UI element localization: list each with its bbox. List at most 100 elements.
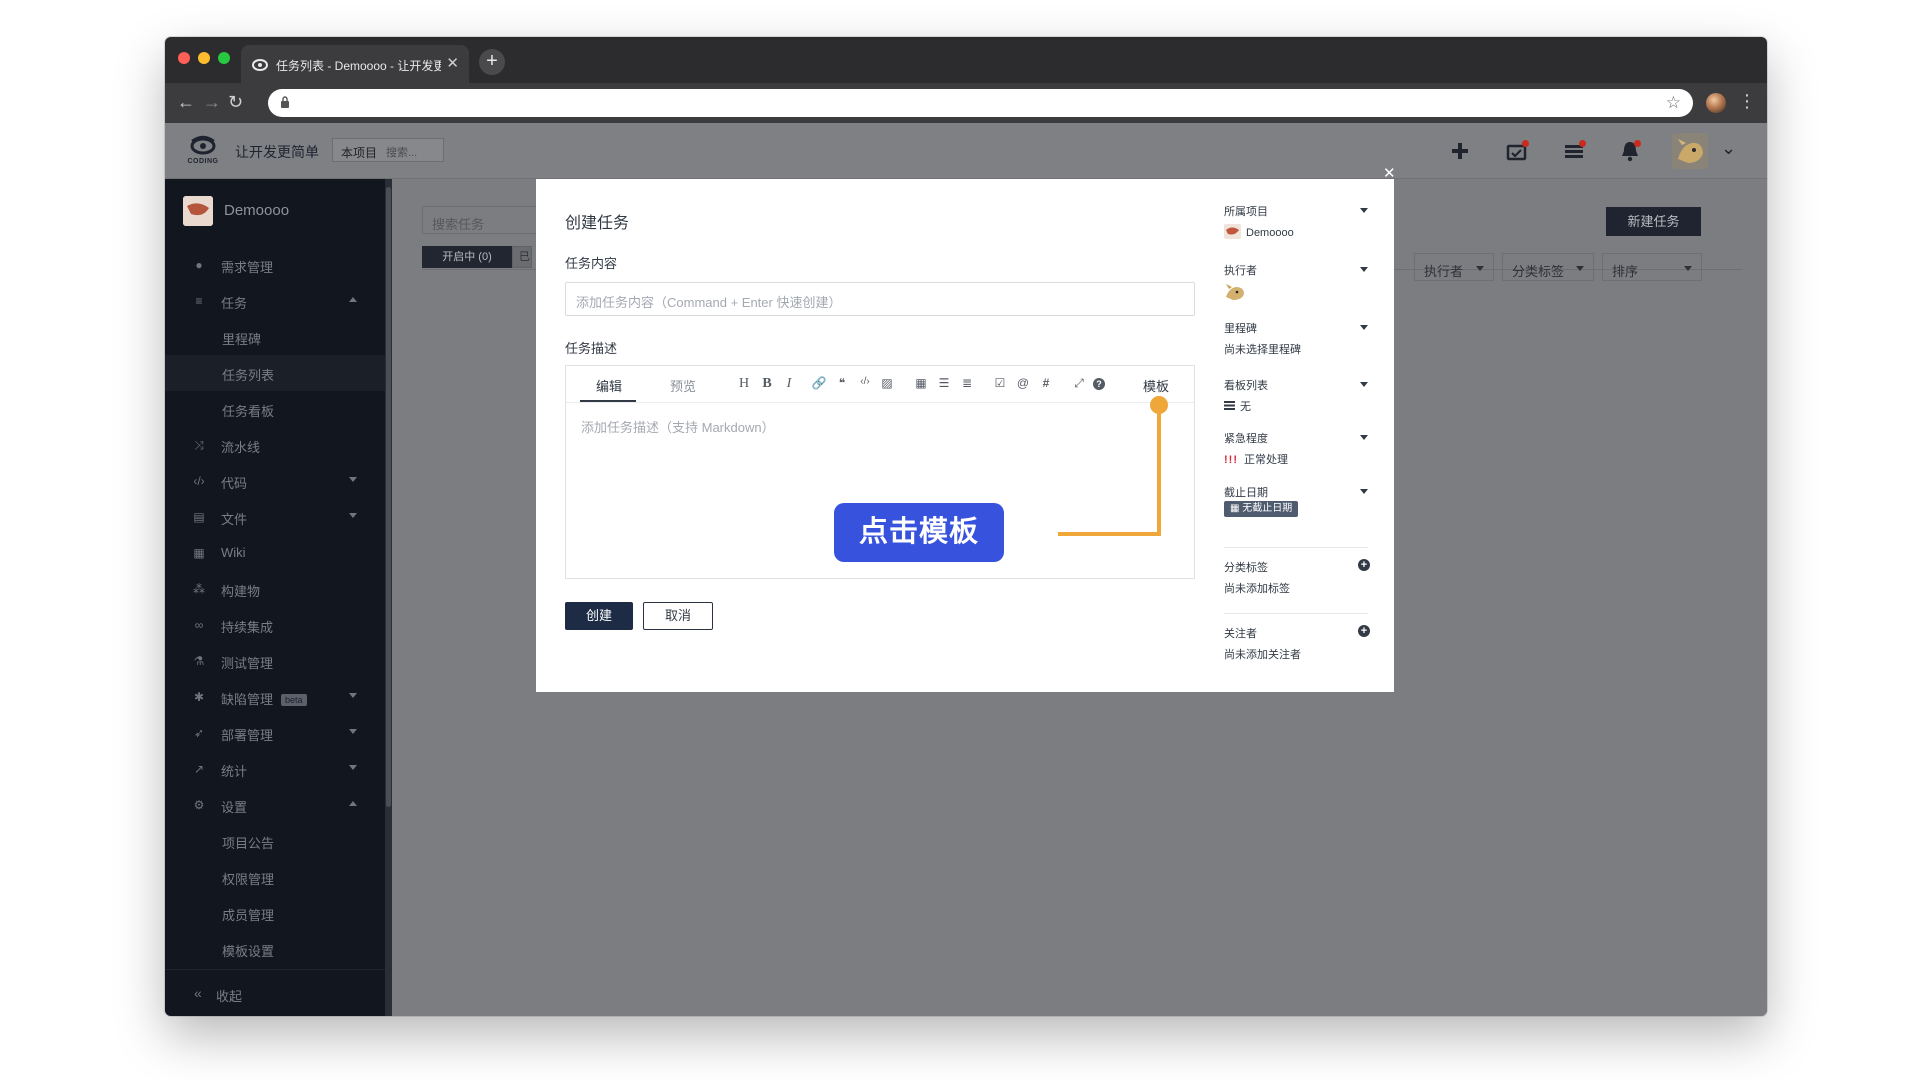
new-tab-button[interactable]: + bbox=[479, 49, 505, 75]
scrollbar-thumb[interactable] bbox=[386, 187, 391, 807]
reload-icon[interactable]: ↻ bbox=[228, 92, 243, 113]
caret-down-icon bbox=[1576, 266, 1584, 271]
tab-other[interactable]: 已 bbox=[512, 246, 532, 268]
tag-filter[interactable]: 分类标签 bbox=[1502, 253, 1594, 281]
sidebar-scrollbar[interactable] bbox=[385, 179, 392, 1016]
priority-value: 正常处理 bbox=[1244, 454, 1288, 466]
image-icon[interactable]: ▨ bbox=[879, 376, 895, 390]
browser-menu-icon[interactable]: ⋮ bbox=[1738, 91, 1756, 112]
milestone-selector[interactable]: 里程碑 尚未选择里程碑 bbox=[1224, 320, 1368, 360]
sidebar-item-label: 部署管理 bbox=[221, 728, 274, 743]
close-window-button[interactable] bbox=[178, 52, 190, 64]
tab-open[interactable]: 开启中 (0) bbox=[422, 246, 512, 268]
sidebar-item-statistics[interactable]: ↗ 统计 bbox=[165, 751, 385, 787]
sidebar-item-defects[interactable]: ✱ 缺陷管理 beta bbox=[165, 679, 385, 715]
maximize-window-button[interactable] bbox=[218, 52, 230, 64]
new-task-button[interactable]: 新建任务 bbox=[1606, 207, 1701, 236]
content-label: 任务内容 bbox=[565, 256, 618, 271]
address-bar[interactable]: ☆ bbox=[268, 89, 1693, 117]
tab-preview[interactable]: 预览 bbox=[670, 376, 696, 395]
hash-icon[interactable]: # bbox=[1038, 376, 1054, 390]
sidebar-item-label: 持续集成 bbox=[221, 620, 274, 635]
sidebar-item-members[interactable]: 成员管理 bbox=[165, 895, 385, 931]
sidebar-item-label: 成员管理 bbox=[222, 908, 275, 923]
sidebar-item-artifacts[interactable]: ⁂ 构建物 bbox=[165, 571, 385, 607]
fullscreen-icon[interactable]: ⤢ bbox=[1071, 376, 1087, 391]
app-area: CODING 让开发更简单 本项目 搜索... ⌄ Demoooo ● 需求管理… bbox=[165, 123, 1767, 1016]
board-selector[interactable]: 看板列表 无 bbox=[1224, 377, 1368, 417]
bell-icon[interactable] bbox=[1617, 138, 1643, 164]
create-button[interactable]: 创建 bbox=[565, 602, 633, 630]
ordered-list-icon[interactable]: ☰ bbox=[936, 376, 952, 390]
heading-icon[interactable]: H bbox=[736, 376, 752, 392]
help-icon[interactable]: ? bbox=[1093, 378, 1105, 390]
sidebar-item-tasks[interactable]: ≡ 任务 bbox=[165, 283, 385, 319]
bold-icon[interactable]: B bbox=[759, 376, 775, 392]
add-watcher-icon[interactable]: + bbox=[1358, 625, 1370, 637]
sidebar-item-permissions[interactable]: 权限管理 bbox=[165, 859, 385, 895]
task-search-input[interactable]: 搜索任务 bbox=[422, 206, 542, 234]
sidebar-item-settings[interactable]: ⚙ 设置 bbox=[165, 787, 385, 823]
sidebar-item-milestones[interactable]: 里程碑 bbox=[165, 319, 385, 355]
due-date-label: 截止日期 bbox=[1224, 487, 1268, 499]
notification-dot bbox=[1522, 140, 1529, 147]
tab-edit[interactable]: 编辑 bbox=[596, 376, 622, 395]
template-button[interactable]: 模板 bbox=[1143, 376, 1169, 395]
sidebar-item-announcements[interactable]: 项目公告 bbox=[165, 823, 385, 859]
watchers-section: 关注者 + 尚未添加关注者 bbox=[1224, 625, 1370, 665]
checkbox-icon[interactable]: ☑ bbox=[992, 376, 1008, 390]
sidebar-item-ci[interactable]: ∞ 持续集成 bbox=[165, 607, 385, 643]
tasks-icon: ≡ bbox=[195, 294, 203, 308]
link-icon[interactable]: 🔗 bbox=[811, 376, 827, 390]
search-input[interactable]: 搜索... bbox=[386, 144, 417, 160]
user-avatar[interactable] bbox=[1672, 133, 1708, 169]
sidebar-item-template-settings[interactable]: 模板设置 bbox=[165, 931, 385, 967]
browser-tab[interactable]: 任务列表 - Demoooo - 让开发更简单 ✕ bbox=[241, 45, 469, 83]
sidebar-item-testing[interactable]: ⚗ 测试管理 bbox=[165, 643, 385, 679]
sidebar-item-files[interactable]: ▤ 文件 bbox=[165, 499, 385, 535]
add-tag-icon[interactable]: + bbox=[1358, 559, 1370, 571]
tab-close-icon[interactable]: ✕ bbox=[446, 54, 459, 72]
tags-label: 分类标签 bbox=[1224, 562, 1268, 574]
rocket-icon: ➶ bbox=[193, 726, 205, 740]
chevron-down-icon[interactable]: ⌄ bbox=[1721, 138, 1736, 159]
back-icon[interactable]: ← bbox=[177, 92, 195, 113]
markdown-editor[interactable]: 编辑 预览 H B I 🔗 ❝ ‹/› ▨ ▦ ☰ ≣ ☑ @ # ⤢ ? 模板 bbox=[565, 365, 1195, 579]
quote-icon[interactable]: ❝ bbox=[834, 376, 850, 390]
list-shortcut-icon[interactable] bbox=[1561, 138, 1587, 164]
unordered-list-icon[interactable]: ≣ bbox=[959, 376, 975, 390]
mention-icon[interactable]: @ bbox=[1015, 376, 1031, 390]
code-icon[interactable]: ‹/› bbox=[857, 376, 873, 387]
divider bbox=[1224, 547, 1368, 548]
sidebar-collapse-button[interactable]: « 收起 bbox=[165, 969, 385, 1016]
assignee-selector[interactable]: 执行者 bbox=[1224, 262, 1368, 302]
priority-selector[interactable]: 紧急程度 !!! 正常处理 bbox=[1224, 430, 1368, 470]
sidebar-item-code[interactable]: ‹/› 代码 bbox=[165, 463, 385, 499]
sidebar-project[interactable]: Demoooo bbox=[183, 196, 383, 226]
notification-dot bbox=[1634, 140, 1641, 147]
minimize-window-button[interactable] bbox=[198, 52, 210, 64]
sidebar-item-requirements[interactable]: ● 需求管理 bbox=[165, 247, 385, 283]
plus-icon[interactable] bbox=[1447, 138, 1473, 164]
table-icon[interactable]: ▦ bbox=[913, 376, 929, 390]
beta-badge: beta bbox=[281, 694, 307, 706]
cancel-button[interactable]: 取消 bbox=[643, 602, 713, 630]
bookmark-star-icon[interactable]: ☆ bbox=[1666, 93, 1681, 113]
sidebar-item-task-list[interactable]: 任务列表 bbox=[165, 355, 385, 391]
project-selector[interactable]: 所属项目 Demoooo bbox=[1224, 203, 1368, 243]
italic-icon[interactable]: I bbox=[781, 376, 797, 392]
due-date-selector[interactable]: 截止日期 ▦ 无截止日期 bbox=[1224, 484, 1368, 524]
sidebar-item-wiki[interactable]: ▦ Wiki bbox=[165, 535, 385, 571]
forward-icon[interactable]: → bbox=[203, 92, 221, 113]
coding-logo[interactable]: CODING bbox=[183, 135, 223, 169]
sort-filter[interactable]: 排序 bbox=[1602, 253, 1702, 281]
project-search-box[interactable]: 本项目 搜索... bbox=[332, 138, 444, 162]
sidebar-item-pipeline[interactable]: ⤨ 流水线 bbox=[165, 427, 385, 463]
sidebar-item-task-board[interactable]: 任务看板 bbox=[165, 391, 385, 427]
assignee-filter[interactable]: 执行者 bbox=[1414, 253, 1494, 281]
browser-profile-avatar[interactable] bbox=[1706, 93, 1726, 113]
task-content-input[interactable]: 添加任务内容（Command + Enter 快速创建） bbox=[565, 282, 1195, 316]
description-placeholder: 添加任务描述（支持 Markdown） bbox=[581, 420, 775, 435]
sidebar-item-deploy[interactable]: ➶ 部署管理 bbox=[165, 715, 385, 751]
task-shortcut-icon[interactable] bbox=[1504, 138, 1530, 164]
